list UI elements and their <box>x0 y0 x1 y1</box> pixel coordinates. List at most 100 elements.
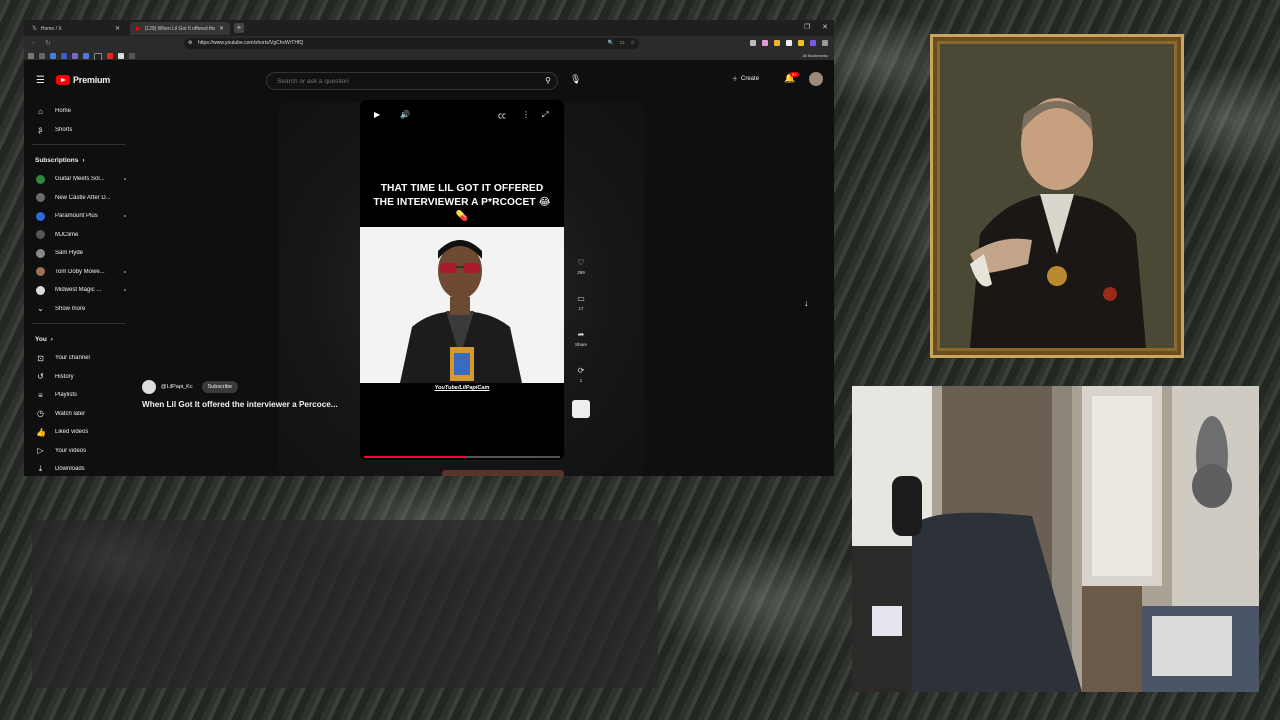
youtube-play-icon <box>56 75 70 85</box>
fullscreen-icon[interactable]: ⤢ <box>542 110 548 120</box>
portrait-painting <box>930 34 1184 358</box>
sidebar-item-subscription[interactable]: Tom Doby Mowe... <box>24 263 134 282</box>
avatar[interactable] <box>809 72 823 86</box>
arrow-down-icon[interactable]: ↓ <box>804 298 809 308</box>
channel-handle[interactable]: @LilPapi_Kc <box>161 384 193 390</box>
comment-icon[interactable]: ▭ <box>574 292 588 306</box>
captions-icon[interactable]: ㏄ <box>498 110 506 121</box>
bookmark-icon[interactable] <box>50 53 56 59</box>
like-count: 299 <box>577 270 585 275</box>
home-icon: ⌂ <box>38 106 43 116</box>
microphone-icon[interactable]: 🎙 <box>570 74 581 85</box>
sidebar-item-subscription[interactable]: New Castle After D... <box>24 189 134 208</box>
sidebar-item-label: Your channel <box>55 355 90 362</box>
sidebar-item-your-videos[interactable]: ▷ Your videos <box>24 442 134 461</box>
tab-strip: 𝕏 Home / X ✕ ▶ (129) When Lil Got It off… <box>24 20 834 36</box>
close-window-icon[interactable]: ✕ <box>822 23 828 31</box>
close-icon[interactable]: ✕ <box>219 25 224 32</box>
playlist-icon: ≡ <box>38 390 43 400</box>
search-box[interactable]: ⚲ <box>266 72 558 90</box>
show-more-button[interactable]: ⌄ Show more <box>24 300 134 319</box>
all-bookmarks[interactable]: All Bookmarks <box>802 52 828 60</box>
subscriptions-header[interactable]: Subscriptions › <box>24 150 134 170</box>
video-progress-bar[interactable] <box>364 456 560 458</box>
extension-icon[interactable] <box>786 40 792 46</box>
sidebar-item-subscription[interactable]: Guitar Meets Sol... <box>24 170 134 189</box>
new-content-dot <box>124 178 126 181</box>
bookmark-icon[interactable] <box>28 53 34 59</box>
chevron-right-icon: › <box>50 335 53 343</box>
close-icon[interactable]: ✕ <box>115 25 120 32</box>
sidebar-item-your-channel[interactable]: ⊡ Your channel <box>24 349 134 368</box>
sidebar-item-home[interactable]: ⌂ Home <box>24 102 134 121</box>
bookmark-icon[interactable] <box>107 53 113 59</box>
zoom-icon[interactable]: 🔍 <box>608 38 614 49</box>
sidebar-item-liked-videos[interactable]: 👍 Liked videos <box>24 423 134 442</box>
heart-icon[interactable]: ♡ <box>574 256 588 270</box>
back-icon[interactable]: ← <box>30 39 37 47</box>
youtube-logo[interactable]: Premium <box>56 75 110 85</box>
channel-info: @LilPapi_Kc Subscribe <box>142 380 239 394</box>
video-title[interactable]: When Lil Got It offered the interviewer … <box>142 400 338 409</box>
sidebar-item-playlists[interactable]: ≡ Playlists <box>24 386 134 405</box>
next-short-peek[interactable] <box>442 470 564 476</box>
site-info-icon[interactable]: ⚙ <box>188 38 192 49</box>
extension-icon[interactable] <box>750 40 756 46</box>
comment-action: ▭ 17 <box>570 292 592 328</box>
bookmark-icon[interactable] <box>61 53 67 59</box>
sidebar-item-label: Sam Hyde <box>55 250 84 257</box>
channel-avatar <box>36 230 45 240</box>
shorts-player[interactable]: ▶ 🔊 ㏄ ⋮ ⤢ THAT TIME LIL GOT IT OFFERED T… <box>360 100 564 460</box>
nav-buttons: ← ↻ <box>30 39 51 47</box>
sound-thumbnail[interactable] <box>572 400 590 418</box>
extension-icon[interactable] <box>810 40 816 46</box>
extension-icon[interactable] <box>774 40 780 46</box>
url-bar[interactable]: ⚙ https://www.youtube.com/shorts/VgChxWr… <box>184 38 639 49</box>
sidebar-item-label: Watch later <box>55 410 86 417</box>
menu-icon[interactable] <box>822 40 828 46</box>
download-icon: ⤓ <box>38 464 43 474</box>
remix-icon[interactable]: ⟳ <box>574 364 588 378</box>
url-text: https://www.youtube.com/shorts/VgChxWrTH… <box>198 40 304 46</box>
reload-icon[interactable]: ↻ <box>45 39 51 47</box>
more-options-icon[interactable]: ⋮ <box>522 110 530 119</box>
volume-icon[interactable]: 🔊 <box>400 110 410 119</box>
remix-count: 1 <box>579 378 583 383</box>
sidebar-item-history[interactable]: ↺ History <box>24 368 134 387</box>
bookmark-icon[interactable] <box>72 53 78 59</box>
subscribe-button[interactable]: Subscribe <box>201 381 239 393</box>
divider <box>32 323 126 324</box>
sidebar-item-subscription[interactable]: Midwest Magic ... <box>24 281 134 300</box>
search-input[interactable] <box>275 77 529 86</box>
new-tab-button[interactable]: + <box>234 23 244 33</box>
you-header[interactable]: You › <box>24 329 134 349</box>
channel-avatar[interactable] <box>142 380 156 394</box>
hamburger-menu-icon[interactable]: ☰ <box>36 75 45 86</box>
sidebar-item-shorts[interactable]: ʂ Shorts <box>24 121 134 140</box>
cast-icon[interactable]: ▭ <box>620 38 625 49</box>
masthead: ☰ Premium ⚲ 🎙 ＋ Create 🔔 9+ <box>24 60 834 102</box>
bookmark-icon[interactable] <box>129 53 135 59</box>
extension-icon[interactable] <box>762 40 768 46</box>
bookmark-icon[interactable] <box>118 53 124 59</box>
share-icon[interactable]: ➦ <box>574 328 588 342</box>
tab-x-home[interactable]: 𝕏 Home / X ✕ <box>26 22 126 35</box>
search-icon[interactable]: ⚲ <box>545 76 551 85</box>
sidebar-item-subscription[interactable]: Sam Hyde <box>24 244 134 263</box>
video-icon: ▷ <box>37 446 44 456</box>
sidebar: ⌂ Home ʂ Shorts Subscriptions › Guitar M… <box>24 102 134 476</box>
bookmark-star-icon[interactable]: ☆ <box>631 38 635 49</box>
tab-youtube[interactable]: ▶ (129) When Lil Got It offered the... ✕ <box>130 22 230 35</box>
create-button[interactable]: ＋ Create <box>732 74 759 84</box>
extension-icon[interactable] <box>798 40 804 46</box>
tab-label: Home / X <box>40 25 62 32</box>
sidebar-item-downloads[interactable]: ⤓ Downloads <box>24 460 134 476</box>
sidebar-item-watch-later[interactable]: ◷ Watch later <box>24 405 134 424</box>
play-icon[interactable]: ▶ <box>374 110 380 119</box>
restore-icon[interactable]: ❐ <box>804 23 810 31</box>
sidebar-item-subscription[interactable]: MJClime <box>24 226 134 245</box>
channel-avatar <box>36 193 45 203</box>
bookmark-icon[interactable] <box>39 53 45 59</box>
sidebar-item-subscription[interactable]: Paramount Plus <box>24 207 134 226</box>
bookmark-icon[interactable] <box>83 53 89 59</box>
